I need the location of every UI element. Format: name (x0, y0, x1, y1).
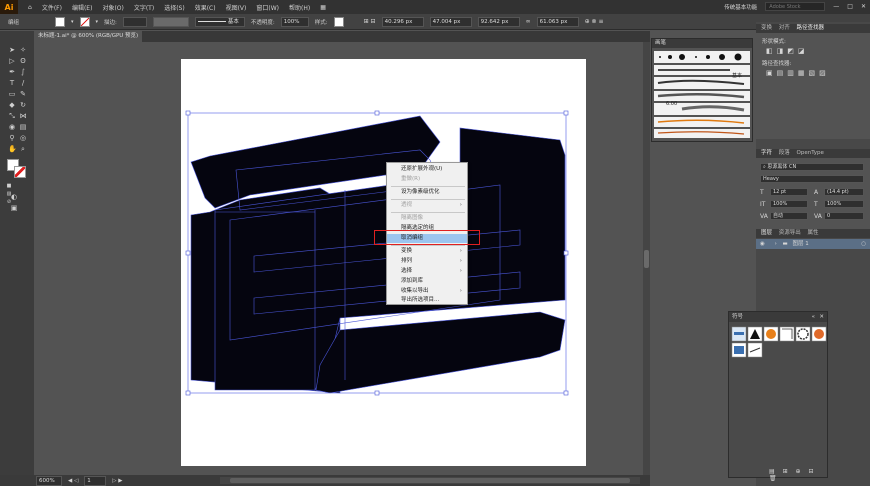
menu-separator (391, 212, 465, 213)
font-size-field[interactable]: 12 pt (770, 188, 808, 196)
kerning-icon: VA (760, 213, 768, 220)
brush-library[interactable] (652, 48, 752, 142)
shape-mode-buttons[interactable]: ◧◨◩◪ (766, 47, 808, 55)
character-panel: ⌕ 思源黑体 CN Heavy T 12 pt A (14.4 pt) IT 1… (756, 158, 870, 230)
pathfinder-panel: 形状模式: ◧◨◩◪ 路径查找器: ▣▤▥▦▧▨ (756, 33, 870, 139)
horizontal-scale-field[interactable]: 100% (824, 200, 864, 208)
brushes-panel-header[interactable]: 画笔 (652, 39, 752, 48)
font-style-field[interactable]: Heavy (760, 175, 864, 183)
menu-separator (391, 186, 465, 187)
submenu-arrow-icon: › (459, 268, 462, 274)
leading-field[interactable]: (14.4 pt) (824, 188, 864, 196)
menu-item-undo-expand[interactable]: 还原扩展外观(U) (387, 165, 467, 174)
leading-icon: A (814, 189, 819, 196)
vertical-scale-field[interactable]: 100% (770, 200, 808, 208)
menu-item-export-selection[interactable]: 导出所选项目... (387, 296, 467, 305)
brush-basic-name: 基本 (732, 73, 743, 79)
menu-item-redo[interactable]: 重做(R) (387, 175, 467, 184)
character-panel-tabs: 字符 段落 OpenType (756, 149, 870, 158)
brush-size-value: 6.00 (666, 101, 678, 107)
tab-layers[interactable]: 图层 (761, 230, 772, 236)
shape-mode-label: 形状模式: (762, 39, 786, 45)
collapse-icon[interactable]: « (812, 312, 815, 322)
tab-pathfinder[interactable]: 路径查找器 (797, 25, 825, 31)
tab-paragraph[interactable]: 段落 (779, 150, 790, 156)
menu-item-transform[interactable]: 变换 › (387, 247, 467, 256)
submenu-arrow-icon: › (459, 288, 462, 294)
pathfinder-label: 路径查找器: (762, 61, 792, 67)
layer-thumbnail-icon: ▬ (782, 241, 788, 247)
menu-item-arrange[interactable]: 排列 › (387, 257, 467, 266)
font-family-field[interactable]: ⌕ 思源黑体 CN (760, 163, 864, 171)
artboard-nav-icons[interactable]: ◀ ◁ (68, 478, 78, 484)
tracking-field[interactable]: 0 (824, 212, 864, 220)
brushes-panel: 画笔 基本 6.00 (651, 38, 753, 142)
font-size-icon: T (760, 189, 764, 196)
layers-panel-tabs: 图层 资源导出 属性 (756, 229, 870, 238)
layer-row[interactable]: ◉ › ▬ 图层 1 ○ (756, 239, 870, 249)
artboard-number-field[interactable]: 1 (84, 475, 107, 486)
zoom-field[interactable]: 600% (36, 475, 62, 486)
menu-item-select[interactable]: 选择 › (387, 267, 467, 276)
highlight-annotation-box (374, 230, 480, 245)
tracking-icon: VA (814, 213, 822, 220)
tab-asset-export[interactable]: 资源导出 (779, 230, 801, 236)
submenu-arrow-icon: › (459, 248, 462, 254)
symbols-panel-header[interactable]: 符号 « ✕ (729, 312, 827, 322)
kerning-field[interactable]: 自动 (770, 212, 808, 220)
tab-opentype[interactable]: OpenType (797, 150, 824, 156)
menu-item-collect-for-export[interactable]: 收集以导出 › (387, 287, 467, 296)
close-panel-icon[interactable]: ✕ (819, 312, 824, 322)
layer-target-icon[interactable]: ○ (861, 239, 866, 249)
menu-item-isolate-image[interactable]: 隔离图像 (387, 214, 467, 223)
pathfinder-buttons[interactable]: ▣▤▥▦▧▨ (766, 69, 830, 77)
tab-character[interactable]: 字符 (761, 150, 772, 156)
expand-arrow-icon[interactable]: › (775, 241, 777, 247)
artwork-bottom-base (315, 311, 566, 394)
tab-align[interactable]: 对齐 (779, 25, 790, 31)
artwork-shapes (190, 115, 566, 394)
symbol-panel-footer-icons[interactable]: ▤ ⊞ ⊕ ⊟ 🗑 (769, 468, 827, 482)
menu-separator (391, 245, 465, 246)
submenu-arrow-icon: › (459, 202, 462, 208)
tab-properties[interactable]: 属性 (808, 230, 819, 236)
transform-panel-tabs: 变换 对齐 路径查找器 (756, 24, 870, 33)
menu-item-add-to-library[interactable]: 添加到库 (387, 277, 467, 286)
submenu-arrow-icon: › (459, 258, 462, 264)
vertical-scale-icon: IT (760, 201, 766, 208)
tab-transform[interactable]: 变换 (761, 25, 772, 31)
symbols-panel: 符号 « ✕ ▤ ⊞ ⊕ ⊟ 🗑 (728, 311, 828, 482)
horizontal-scrollbar[interactable] (220, 477, 640, 484)
menu-item-perspective[interactable]: 透视 › (387, 201, 467, 210)
menu-separator (391, 199, 465, 200)
menu-item-pixel-optimize[interactable]: 设为像素级优化 (387, 188, 467, 197)
symbol-swatches[interactable] (729, 322, 827, 362)
layer-name: 图层 1 (792, 241, 809, 247)
horizontal-scale-icon: T (814, 201, 818, 208)
eye-icon[interactable]: ◉ (760, 241, 765, 247)
artboard-nav-next-icons[interactable]: ▷ ▶ (112, 478, 122, 484)
